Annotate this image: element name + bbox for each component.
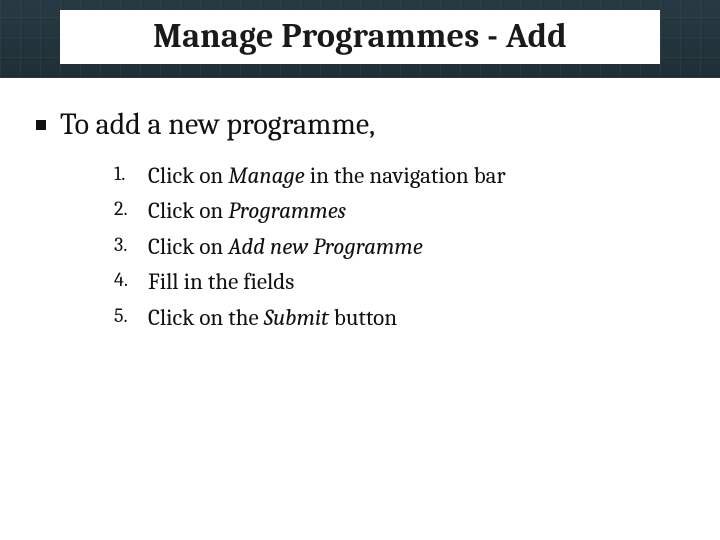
step-text-pre: Fill in the fields <box>148 268 294 295</box>
list-item: Click on Add new Programme <box>114 229 684 265</box>
step-text-pre: Click on the <box>148 304 264 331</box>
step-text-em: Add new Programme <box>228 233 423 260</box>
lead-row: To add a new programme, <box>36 106 684 144</box>
list-item: Click on Manage in the navigation bar <box>114 158 684 194</box>
step-text-pre: Click on <box>148 197 228 224</box>
step-text-post: in the navigation bar <box>305 162 506 189</box>
step-text-em: Manage <box>228 162 304 189</box>
slide-title: Manage Programmes - Add <box>60 16 660 56</box>
lead-text: To add a new programme, <box>60 106 375 144</box>
step-text-em: Submit <box>264 304 329 331</box>
step-text-post: button <box>329 304 397 331</box>
list-item: Click on Programmes <box>114 193 684 229</box>
step-text-pre: Click on <box>148 162 228 189</box>
list-item: Fill in the fields <box>114 264 684 300</box>
step-text-em: Programmes <box>228 197 346 224</box>
slide-body: To add a new programme, Click on Manage … <box>0 78 720 336</box>
steps-list: Click on Manage in the navigation bar Cl… <box>114 158 684 336</box>
list-item: Click on the Submit button <box>114 300 684 336</box>
title-bar: Manage Programmes - Add <box>0 0 720 78</box>
title-stripe: Manage Programmes - Add <box>60 10 660 64</box>
step-text-pre: Click on <box>148 233 228 260</box>
square-bullet-icon <box>36 120 46 130</box>
